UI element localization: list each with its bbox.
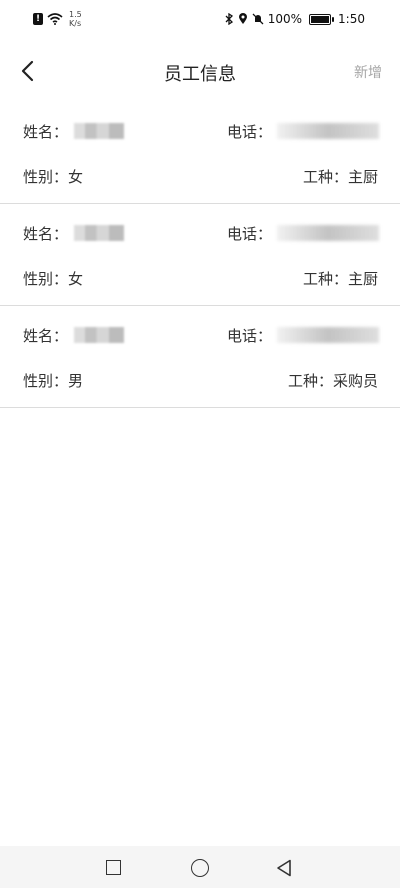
employee-row[interactable]: 姓名： 电话： 性别：男 工种：采购员 xyxy=(0,306,400,408)
home-button[interactable] xyxy=(191,859,209,877)
employee-list: 姓名： 电话： 性别：女 工种：主厨 姓名： 电话： 性别：女 工种：主厨 姓名… xyxy=(0,102,400,408)
gender-text: 性别：男 xyxy=(23,372,84,390)
job-type-text: 工种：采购员 xyxy=(287,372,378,390)
row-line-2: 性别：女 工种：主厨 xyxy=(23,268,378,290)
row-line-1: 姓名： 电话： xyxy=(23,325,379,347)
system-back-button[interactable] xyxy=(276,859,292,877)
phone-label: 电话： xyxy=(227,123,273,141)
phone-label: 电话： xyxy=(227,327,273,345)
redacted-name xyxy=(74,123,124,139)
location-icon xyxy=(238,13,247,24)
battery-icon xyxy=(309,13,335,25)
status-bar: ! 1.5 K/s 100% 1:50 xyxy=(0,0,400,40)
name-label: 姓名： xyxy=(23,327,69,345)
row-line-1: 姓名： 电话： xyxy=(23,223,379,245)
redacted-phone xyxy=(277,123,379,139)
bluetooth-icon xyxy=(225,13,233,25)
battery-percent: 100% xyxy=(267,12,303,26)
add-employee-button[interactable]: 新增 xyxy=(354,62,382,82)
clock: 1:50 xyxy=(338,12,365,26)
redacted-phone xyxy=(277,327,379,343)
gender-text: 性别：女 xyxy=(23,168,84,186)
employee-row[interactable]: 姓名： 电话： 性别：女 工种：主厨 xyxy=(0,204,400,306)
nav-bar: 员工信息 新增 xyxy=(0,40,400,102)
system-nav-bar xyxy=(0,846,400,888)
job-type-text: 工种：主厨 xyxy=(302,168,378,186)
speed-value: 1.5 xyxy=(69,10,82,19)
status-right: 100% 1:50 xyxy=(225,12,365,26)
notification-icon: ! xyxy=(33,13,43,25)
row-line-1: 姓名： 电话： xyxy=(23,121,379,143)
gender-text: 性别：女 xyxy=(23,270,84,288)
wifi-icon xyxy=(47,13,63,25)
network-speed: 1.5 K/s xyxy=(69,10,82,28)
page-title: 员工信息 xyxy=(164,64,236,85)
phone-label: 电话： xyxy=(227,225,273,243)
redacted-name xyxy=(74,327,124,343)
job-type-text: 工种：主厨 xyxy=(302,270,378,288)
speed-unit: K/s xyxy=(69,19,82,28)
employee-row[interactable]: 姓名： 电话： 性别：女 工种：主厨 xyxy=(0,102,400,204)
redacted-phone xyxy=(277,225,379,241)
name-label: 姓名： xyxy=(23,225,69,243)
status-left: ! 1.5 K/s xyxy=(33,10,82,28)
redacted-name xyxy=(74,225,124,241)
name-label: 姓名： xyxy=(23,123,69,141)
mute-bell-icon xyxy=(252,13,264,25)
row-line-2: 性别：女 工种：主厨 xyxy=(23,166,378,188)
recents-button[interactable] xyxy=(106,860,121,875)
row-line-2: 性别：男 工种：采购员 xyxy=(23,370,378,392)
